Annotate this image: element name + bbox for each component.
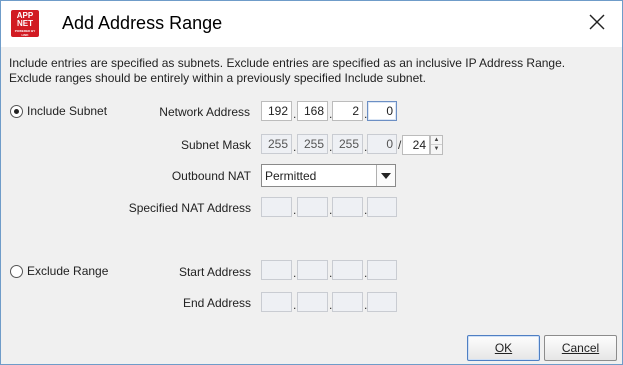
spinner-down-icon[interactable]: ▼ [431,145,442,154]
nat-address-octet-3 [332,197,363,217]
start-address-octet-3 [332,260,363,280]
exclude-range-label: Exclude Range [27,264,109,278]
description-line-1: Include entries are specified as subnets… [9,56,566,70]
include-subnet-radio[interactable]: Include Subnet [10,104,107,118]
subnet-mask-octet-4: 0 [367,134,397,154]
nat-address-octet-4 [367,197,397,217]
prefix-spinner[interactable]: ▲ ▼ [430,135,443,155]
network-address-label: Network Address [159,105,250,119]
network-address-octet-2[interactable]: 168 [297,101,328,121]
start-address-octet-2 [297,260,328,280]
subnet-mask-octet-2: 255 [297,134,328,154]
ok-button-label: OK [494,341,513,355]
start-address-octet-1 [261,260,292,280]
ip-dot: . [293,203,297,217]
cancel-button[interactable]: Cancel [544,335,617,361]
appnet-logo-icon: APP NET POWERED BY LINK [11,10,39,37]
subnet-mask-octet-1: 255 [261,134,292,154]
description-line-2: Exclude ranges should be entirely within… [9,71,426,85]
network-address-octet-3[interactable]: 2 [332,101,363,121]
subnet-mask-label: Subnet Mask [180,138,251,152]
cancel-button-label: Cancel [561,341,600,355]
end-address-label: End Address [182,296,251,310]
logo-line-3: POWERED BY LINK [14,29,36,37]
prefix-separator: / [398,138,402,152]
dialog-title: Add Address Range [62,13,223,33]
chevron-down-icon[interactable] [376,165,395,186]
ok-button[interactable]: OK [467,335,540,361]
spinner-up-icon[interactable]: ▲ [431,136,442,145]
network-address-octet-4[interactable]: 0 [367,101,397,121]
specified-nat-address-label: Specified NAT Address [128,201,251,215]
exclude-range-radio[interactable]: Exclude Range [10,264,108,278]
logo-line-2: NET [17,19,33,28]
outbound-nat-value: Permitted [265,169,317,183]
end-address-octet-4 [367,292,397,312]
add-address-range-dialog: APP NET POWERED BY LINK Add Address Rang… [0,0,623,365]
ip-dot: . [293,266,297,280]
end-address-octet-1 [261,292,292,312]
outbound-nat-label: Outbound NAT [171,169,251,183]
network-address-octet-1[interactable]: 192 [261,101,292,121]
subnet-prefix-field[interactable]: 24 [402,135,430,155]
end-address-octet-3 [332,292,363,312]
subnet-mask-octet-3: 255 [332,134,363,154]
start-address-octet-4 [367,260,397,280]
description-text: Include entries are specified as subnets… [9,56,615,86]
include-subnet-label: Include Subnet [27,104,108,118]
ip-dot: . [293,298,297,312]
outbound-nat-select[interactable]: Permitted [261,164,396,187]
ip-dot: . [293,140,297,154]
nat-address-octet-1 [261,197,292,217]
title-bar: APP NET POWERED BY LINK Add Address Rang… [1,1,622,47]
start-address-label: Start Address [178,265,251,279]
radio-selected-icon[interactable] [10,104,23,118]
close-icon[interactable] [586,11,608,33]
radio-unselected-icon[interactable] [10,264,23,278]
nat-address-octet-2 [297,197,328,217]
end-address-octet-2 [297,292,328,312]
ip-dot: . [293,107,297,121]
